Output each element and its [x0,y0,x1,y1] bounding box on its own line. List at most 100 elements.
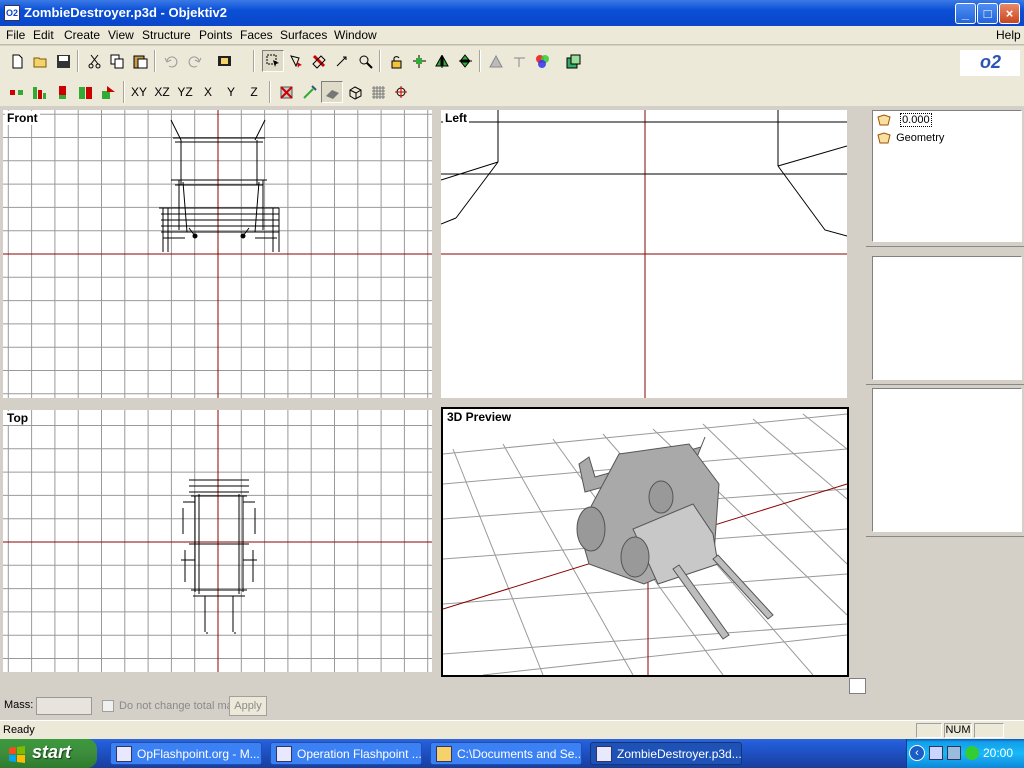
lock-selection-button[interactable] [385,50,407,72]
axis-z-button[interactable]: Z [243,81,265,103]
browser-icon [276,746,292,762]
box-view-button[interactable] [344,81,366,103]
monitor-tray-icon[interactable] [947,746,961,760]
lod-pentagon-icon [877,114,891,126]
lod-item-0[interactable]: 0.000 [877,113,932,130]
menu-edit[interactable]: Edit [33,28,54,42]
objektiv2-icon [596,746,612,762]
toolbar-separator [479,50,481,72]
weld-button[interactable] [508,50,530,72]
undo-icon [164,56,178,68]
main-toolbar: o2 [0,46,1024,78]
minimize-button[interactable]: _ [955,3,976,24]
apply-button[interactable]: Apply [229,696,267,716]
properties-list[interactable] [872,388,1022,532]
select-tool-button[interactable] [262,50,284,72]
paint-select-button[interactable] [308,50,330,72]
network-icon[interactable] [929,746,943,760]
shaded-view-button[interactable] [321,81,343,103]
arrow-stack-icon [102,86,115,99]
front-model-wireframe [159,119,280,252]
lod-item-label: Geometry [896,132,945,144]
grid-toggle-button[interactable] [367,81,389,103]
selection-mode-2-button[interactable] [28,81,50,103]
folder-icon [436,746,452,762]
left-viewport[interactable]: Left [441,110,847,398]
taskbar-item-documents-folder[interactable]: C:\Documents and Se... [430,742,582,765]
lod-list[interactable]: 0.000 Geometry [872,110,1022,242]
connection-icon[interactable] [965,746,979,760]
folder-open-icon [33,57,47,68]
title-bar[interactable]: O2 ZombieDestroyer.p3d - Objektiv2 _ □ × [0,0,1024,26]
monitor-icon [218,56,231,66]
mirror-button[interactable] [431,50,453,72]
o2-logo: o2 [960,50,1020,76]
move-tool-button[interactable] [331,50,353,72]
undo-button[interactable] [160,50,182,72]
close-button[interactable]: × [999,3,1020,24]
grid-icon [372,86,385,99]
save-button[interactable] [52,50,74,72]
selection-mode-5-button[interactable] [97,81,119,103]
selection-mode-4-button[interactable] [74,81,96,103]
maximize-button[interactable]: □ [977,3,998,24]
texture-button[interactable] [562,50,584,72]
properties-button[interactable] [213,50,235,72]
menu-structure[interactable]: Structure [142,28,191,42]
size-grip[interactable] [849,678,866,694]
menu-create[interactable]: Create [64,28,100,42]
color-button[interactable] [531,50,553,72]
new-file-button[interactable] [6,50,28,72]
top-viewport[interactable]: Top [3,410,432,672]
preview-3d-viewport[interactable]: 3D Preview [441,407,849,677]
lod-item-1[interactable]: Geometry [877,132,944,148]
menu-faces[interactable]: Faces [240,28,273,42]
menu-surfaces[interactable]: Surfaces [280,28,327,42]
cut-button[interactable] [83,50,105,72]
menu-points[interactable]: Points [199,28,232,42]
pin-button[interactable] [390,81,412,103]
selection-mode-1-button[interactable] [5,81,27,103]
axis-y-button[interactable]: Y [220,81,242,103]
menu-window[interactable]: Window [334,28,377,42]
lasso-select-button[interactable] [285,50,307,72]
clock[interactable]: 20:00 [983,746,1013,760]
view-xz-button[interactable]: XZ [151,81,173,103]
top-viewport-label: Top [5,411,31,425]
taskbar-item-operation-flashpoint[interactable]: Operation Flashpoint ... [270,742,422,765]
view-yz-button[interactable]: YZ [174,81,196,103]
menu-view[interactable]: View [108,28,134,42]
copy-button[interactable] [106,50,128,72]
selection-mode-3-button[interactable] [51,81,73,103]
mass-input[interactable] [36,697,92,715]
open-file-button[interactable] [29,50,51,72]
paste-button[interactable] [129,50,151,72]
hide-button[interactable] [275,81,297,103]
preview-3d-canvas [443,413,847,675]
flip-button[interactable] [454,50,476,72]
preview-viewport-label: 3D Preview [445,410,514,424]
transform-button[interactable] [408,50,430,72]
zoom-button[interactable] [354,50,376,72]
front-viewport[interactable]: Front [3,110,432,398]
logo-text: o2 [980,52,1002,72]
top-model-wireframe [181,479,257,634]
keep-mass-checkbox[interactable] [102,700,114,712]
app-icon[interactable]: O2 [4,5,20,21]
lod-pentagon-icon [877,132,891,144]
triangulate-button[interactable] [485,50,507,72]
status-caps-pane [916,723,942,738]
menu-file[interactable]: File [6,28,25,42]
unhide-button[interactable] [298,81,320,103]
selections-list[interactable] [872,256,1022,380]
redo-button[interactable] [183,50,205,72]
tray-expand-button[interactable]: ‹ [909,745,925,761]
axis-x-button[interactable]: X [197,81,219,103]
view-xy-button[interactable]: XY [128,81,150,103]
menu-help[interactable]: Help [996,28,1021,42]
taskbar-item-objektiv2[interactable]: ZombieDestroyer.p3d... [590,742,742,765]
start-button[interactable]: start [0,739,97,768]
panel-divider [866,246,1024,247]
taskbar-item-opflashpoint-forum[interactable]: OpFlashpoint.org - M... [110,742,262,765]
bars-icon [33,87,46,99]
